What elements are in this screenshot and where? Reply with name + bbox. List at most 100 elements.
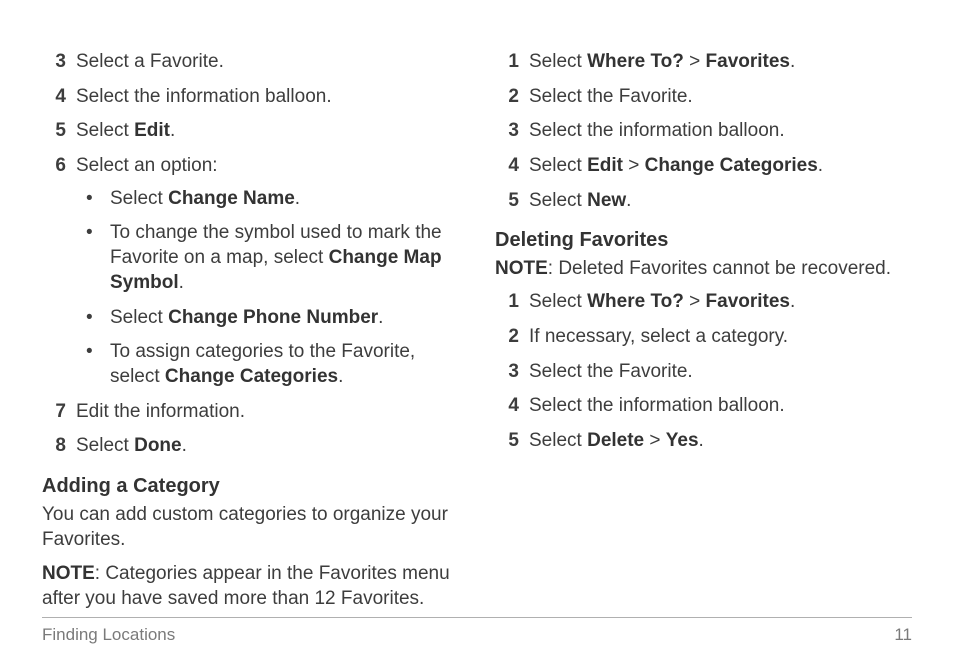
step-post: .	[818, 155, 823, 176]
step-mid: >	[684, 291, 706, 312]
step-post: .	[182, 435, 187, 456]
step-number: 3	[495, 360, 519, 385]
step-text: Select the information balloon.	[529, 120, 785, 141]
step-bold2: Change Categories	[645, 155, 818, 176]
step-text: Select the Favorite.	[529, 86, 693, 107]
step-mid: >	[623, 155, 645, 176]
option: Select Change Name.	[76, 187, 459, 212]
step-mid: >	[684, 51, 706, 72]
footer-section-title: Finding Locations	[42, 624, 175, 646]
step: 8Select Done.	[42, 434, 459, 459]
step-text: If necessary, select a category.	[529, 326, 788, 347]
step-number: 2	[495, 85, 519, 110]
option-bold: Change Name	[168, 188, 295, 209]
step-bold2: Favorites	[706, 291, 790, 312]
step: 5 Select Edit.	[42, 119, 459, 144]
option-list: Select Change Name. To change the symbol…	[76, 187, 459, 390]
step-bold: Where To?	[587, 291, 684, 312]
step-number: 1	[495, 290, 519, 315]
step: 1 Select Where To? > Favorites.	[495, 290, 912, 315]
add-category-steps: 1 Select Where To? > Favorites. 2 Select t…	[495, 50, 912, 213]
section-heading-adding-category: Adding a Category	[42, 473, 459, 499]
step-bold: New	[587, 190, 626, 211]
step-text: Edit the information.	[76, 401, 245, 422]
left-column: 3 Select a Favorite. 4 Select the informat…	[42, 50, 459, 605]
step-pre: Select	[529, 51, 587, 72]
note-label: NOTE	[42, 563, 95, 584]
section-note: NOTE: Categories appear in the Favorites…	[42, 562, 459, 611]
note-label: NOTE	[495, 258, 548, 279]
step-number: 6	[42, 154, 66, 179]
edit-steps: 3 Select a Favorite. 4 Select the informat…	[42, 50, 459, 459]
step: 5 Select New.	[495, 189, 912, 214]
step-bold: Where To?	[587, 51, 684, 72]
note-body: : Categories appear in the Favorites men…	[42, 563, 450, 609]
step-number: 4	[42, 85, 66, 110]
step: 3 Select a Favorite.	[42, 50, 459, 75]
step-pre: Select	[529, 190, 587, 211]
step-text: Select the information balloon.	[529, 395, 785, 416]
section-note: NOTE: Deleted Favorites cannot be recove…	[495, 257, 912, 282]
step-bold2: Favorites	[706, 51, 790, 72]
step: 1 Select Where To? > Favorites.	[495, 50, 912, 75]
step-pre: Select	[76, 120, 134, 141]
step: 5 Select Delete > Yes.	[495, 429, 912, 454]
step-text: Select the information balloon.	[76, 86, 332, 107]
step-number: 2	[495, 325, 519, 350]
step: 3 Select the information balloon.	[495, 119, 912, 144]
step-post: .	[626, 190, 631, 211]
section-heading-deleting-favorites: Deleting Favorites	[495, 227, 912, 253]
step-post: .	[170, 120, 175, 141]
option-post: .	[295, 188, 300, 209]
step-text: Select an option:	[76, 155, 218, 176]
step-bold: Edit	[134, 120, 170, 141]
step-mid: >	[644, 430, 666, 451]
step-number: 4	[495, 154, 519, 179]
option-post: .	[378, 307, 383, 328]
step: 4 Select the information balloon.	[495, 394, 912, 419]
step: 2 Select the Favorite.	[495, 85, 912, 110]
step-text: Select a Favorite.	[76, 51, 224, 72]
option-bold: Change Categories	[165, 366, 338, 387]
step-pre: Select	[529, 155, 587, 176]
step: 7 Edit the information.	[42, 400, 459, 425]
option: To assign categories to the Favorite, se…	[76, 340, 459, 389]
note-body: : Deleted Favorites cannot be recovered.	[548, 258, 891, 279]
option-pre: Select	[110, 307, 168, 328]
right-column: 1 Select Where To? > Favorites. 2 Select t…	[495, 50, 912, 605]
step-number: 7	[42, 400, 66, 425]
step-number: 4	[495, 394, 519, 419]
step: 4Select Edit > Change Categories.	[495, 154, 912, 179]
step-number: 5	[42, 119, 66, 144]
option: Select Change Phone Number.	[76, 306, 459, 331]
option-pre: Select	[110, 188, 168, 209]
step-bold: Delete	[587, 430, 644, 451]
option-post: .	[338, 366, 343, 387]
step-post: .	[790, 51, 795, 72]
step-number: 8	[42, 434, 66, 459]
step-bold2: Yes	[666, 430, 699, 451]
option-bold: Change Phone Number	[168, 307, 378, 328]
step: 3 Select the Favorite.	[495, 360, 912, 385]
step-number: 1	[495, 50, 519, 75]
step-post: .	[790, 291, 795, 312]
step-number: 5	[495, 429, 519, 454]
step-pre: Select	[76, 435, 134, 456]
step-number: 3	[495, 119, 519, 144]
content-columns: 3 Select a Favorite. 4 Select the informat…	[42, 50, 912, 605]
page-footer: Finding Locations 11	[42, 617, 912, 646]
step-pre: Select	[529, 430, 587, 451]
step-post: .	[699, 430, 704, 451]
step-text: Select the Favorite.	[529, 361, 693, 382]
section-body: You can add custom categories to organiz…	[42, 503, 459, 552]
step-number: 3	[42, 50, 66, 75]
step: 2 If necessary, select a category.	[495, 325, 912, 350]
step: 4 Select the information balloon.	[42, 85, 459, 110]
option-post: .	[179, 272, 184, 293]
delete-steps: 1 Select Where To? > Favorites. 2 If neces…	[495, 290, 912, 453]
step-pre: Select	[529, 291, 587, 312]
option: To change the symbol used to mark the Fa…	[76, 221, 459, 295]
step-number: 5	[495, 189, 519, 214]
footer-page-number: 11	[894, 624, 912, 646]
step: 6 Select an option: Select Change Name. T…	[42, 154, 459, 390]
